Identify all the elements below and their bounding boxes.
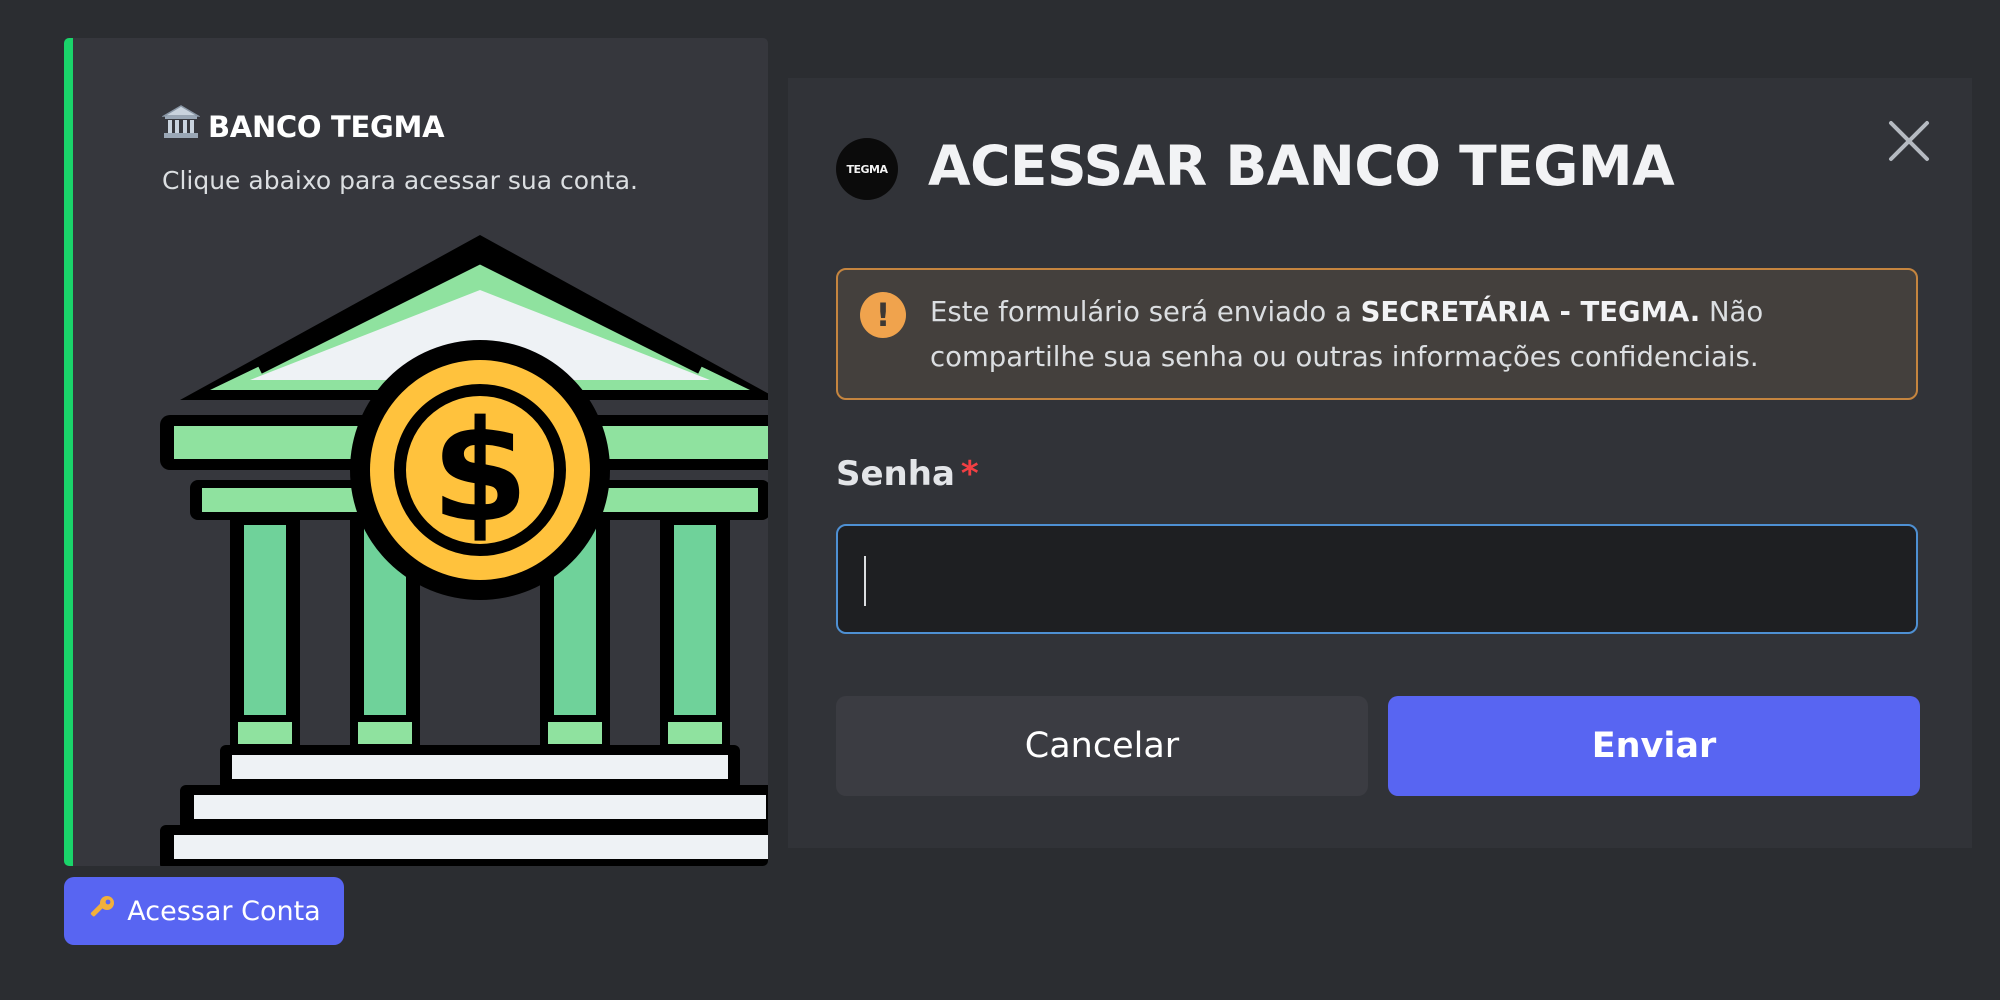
bank-icon (161, 104, 202, 149)
close-icon (1889, 121, 1929, 161)
warning-text: Este formulário será enviado a SECRETÁRI… (930, 290, 1900, 380)
access-account-button[interactable]: Acessar Conta (64, 877, 344, 945)
embed-description: Clique abaixo para acessar sua conta. (162, 166, 638, 195)
close-button[interactable] (1884, 116, 1934, 166)
text-caret (864, 556, 866, 606)
login-modal: TEGMA ACESSAR BANCO TEGMA ! Este formulá… (788, 78, 1972, 848)
exclamation-icon: ! (860, 292, 906, 338)
key-icon (87, 893, 117, 930)
password-input[interactable] (836, 524, 1918, 634)
required-mark: * (960, 454, 979, 494)
embed-accent-bar (64, 38, 73, 866)
submit-button[interactable]: Enviar (1388, 696, 1920, 796)
cancel-button[interactable]: Cancelar (836, 696, 1368, 796)
tegma-logo-text: TEGMA (846, 162, 888, 176)
access-account-label: Acessar Conta (127, 895, 321, 927)
tegma-logo: TEGMA (836, 138, 898, 200)
warning-recipient: SECRETÁRIA - TEGMA. (1360, 296, 1701, 328)
embed-card: BANCO TEGMA Clique abaixo para acessar s… (64, 38, 768, 866)
svg-text:$: $ (431, 391, 528, 554)
embed-title-text: BANCO TEGMA (208, 109, 445, 144)
embed-title: BANCO TEGMA (161, 104, 445, 149)
warning-text-before: Este formulário será enviado a (930, 296, 1361, 328)
warning-box: ! Este formulário será enviado a SECRETÁ… (836, 268, 1918, 400)
password-label-text: Senha (836, 454, 955, 494)
bank-building-dollar-icon: $ (160, 235, 768, 866)
password-label: Senha * (836, 454, 979, 494)
modal-title: ACESSAR BANCO TEGMA (928, 134, 1675, 198)
